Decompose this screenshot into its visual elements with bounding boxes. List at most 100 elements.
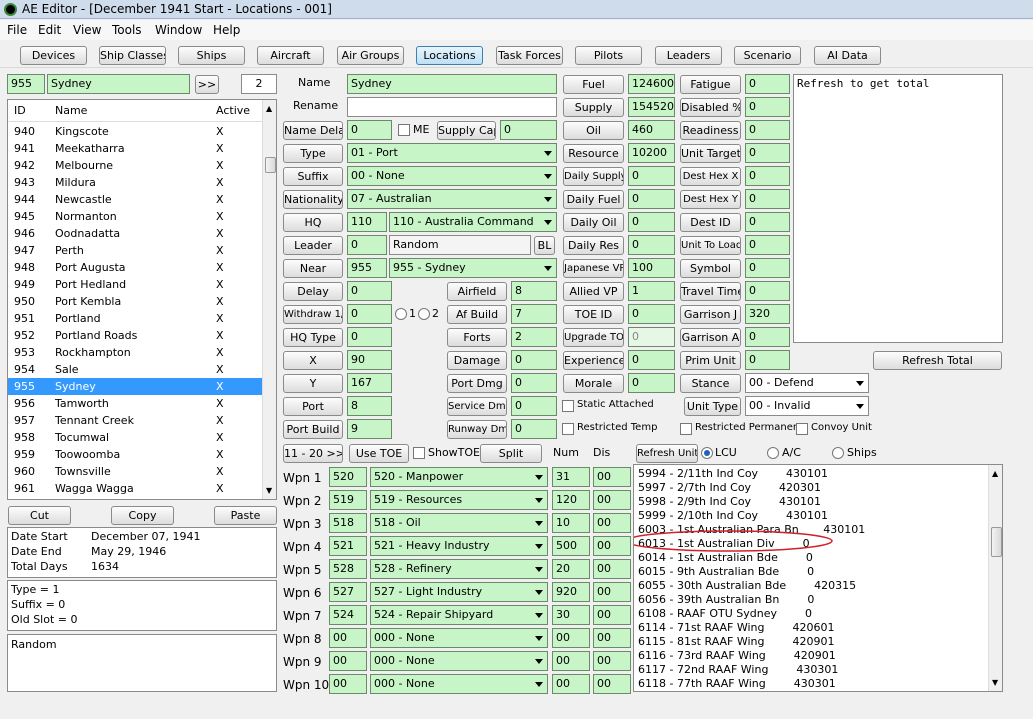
fatigue-field[interactable]: 0 bbox=[745, 74, 790, 94]
daily-oil-button[interactable]: Daily Oil bbox=[563, 213, 624, 232]
wpn-id-field[interactable]: 528 bbox=[329, 559, 367, 579]
wpn-dis-field[interactable]: 00 bbox=[593, 513, 631, 533]
list-item[interactable]: 961 Wagga Wagga X bbox=[8, 480, 263, 497]
readiness-field[interactable]: 0 bbox=[745, 120, 790, 140]
ai-data-button[interactable]: AI Data bbox=[814, 46, 881, 65]
wpn-select[interactable]: 527 - Light Industry bbox=[370, 582, 548, 602]
withdraw-radio-1[interactable] bbox=[395, 308, 407, 320]
list-item[interactable]: 959 Toowoomba X bbox=[8, 446, 263, 463]
list-item[interactable]: 941 Meekatharra X bbox=[8, 140, 263, 157]
name-delay-button[interactable]: Name Delay bbox=[283, 121, 343, 140]
list-item[interactable]: 947 Perth X bbox=[8, 242, 263, 259]
symbol-field[interactable]: 0 bbox=[745, 258, 790, 278]
withdraw-radio-2[interactable] bbox=[418, 308, 430, 320]
paste-button[interactable]: Paste bbox=[214, 506, 277, 525]
wpn-id-field[interactable]: 524 bbox=[329, 605, 367, 625]
garrison-j-button[interactable]: Garrison J bbox=[680, 305, 741, 324]
units-list[interactable]: 5994 - 2/11th Ind Coy 430101 5997 - 2/7th… bbox=[633, 464, 1003, 692]
forts-button[interactable]: Forts bbox=[447, 328, 507, 347]
list-item[interactable]: 942 Melbourne X bbox=[8, 157, 263, 174]
port-field[interactable]: 8 bbox=[347, 396, 392, 416]
list-item[interactable]: 954 Sale X bbox=[8, 361, 263, 378]
disabled-field[interactable]: 0 bbox=[745, 97, 790, 117]
wpn-select[interactable]: 000 - None bbox=[370, 651, 548, 671]
dest-hex-y-button[interactable]: Dest Hex Y bbox=[680, 190, 741, 209]
restricted-temp-checkbox[interactable] bbox=[562, 423, 574, 435]
nationality-button[interactable]: Nationality bbox=[283, 190, 343, 209]
wpn-num-field[interactable]: 30 bbox=[552, 605, 590, 625]
wpn-select[interactable]: 000 - None bbox=[370, 674, 548, 694]
toe-id-field[interactable]: 0 bbox=[628, 304, 675, 324]
wpn-num-field[interactable]: 500 bbox=[552, 536, 590, 556]
wpn-select[interactable]: 524 - Repair Shipyard bbox=[370, 605, 548, 625]
y-field[interactable]: 167 bbox=[347, 373, 392, 393]
wpn-dis-field[interactable]: 00 bbox=[593, 628, 631, 648]
unit-to-load-button[interactable]: Unit To Load bbox=[680, 236, 741, 255]
selected-id-field[interactable]: 955 bbox=[7, 74, 45, 94]
garrison-j-field[interactable]: 320 bbox=[745, 304, 790, 324]
travel-time-field[interactable]: 0 bbox=[745, 281, 790, 301]
ships-radio[interactable] bbox=[832, 447, 844, 459]
menu-edit[interactable]: Edit bbox=[38, 23, 61, 37]
list-item[interactable]: 956 Tamworth X bbox=[8, 395, 263, 412]
resource-button[interactable]: Resource bbox=[563, 144, 624, 163]
af-build-button[interactable]: Af Build bbox=[447, 305, 507, 324]
wpn-num-field[interactable]: 00 bbox=[552, 628, 590, 648]
wpn-num-field[interactable]: 20 bbox=[552, 559, 590, 579]
service-dmg-field[interactable]: 0 bbox=[511, 396, 557, 416]
dest-hex-x-button[interactable]: Dest Hex X bbox=[680, 167, 741, 186]
menu-help[interactable]: Help bbox=[213, 23, 240, 37]
fatigue-button[interactable]: Fatigue bbox=[680, 75, 741, 94]
list-item[interactable]: 943 Mildura X bbox=[8, 174, 263, 191]
prim-unit-button[interactable]: Prim Unit bbox=[680, 351, 741, 370]
wpn-select[interactable]: 000 - None bbox=[370, 628, 548, 648]
show-toe-checkbox[interactable] bbox=[413, 447, 425, 459]
convoy-unit-checkbox[interactable] bbox=[796, 423, 808, 435]
wpn-num-field[interactable]: 00 bbox=[552, 674, 590, 694]
unit-type-button[interactable]: Unit Type bbox=[684, 397, 741, 416]
airfield-field[interactable]: 8 bbox=[511, 281, 557, 301]
header-name[interactable]: Name bbox=[55, 104, 87, 117]
near-button[interactable]: Near bbox=[283, 259, 343, 278]
scenario-button[interactable]: Scenario bbox=[734, 46, 801, 65]
unit-list-item[interactable]: 6056 - 39th Australian Bn 0 bbox=[638, 593, 814, 607]
unit-list-item[interactable]: 6114 - 71st RAAF Wing 420601 bbox=[638, 621, 834, 635]
port-build-button[interactable]: Port Build bbox=[283, 420, 343, 439]
airfield-button[interactable]: Airfield bbox=[447, 282, 507, 301]
units-scroll-thumb[interactable] bbox=[991, 527, 1002, 557]
unit-list-item[interactable]: 5999 - 2/10th Ind Coy 430101 bbox=[638, 509, 828, 523]
location-list[interactable]: ID Name Active 940 Kingscote X 941 Meekathar… bbox=[7, 99, 277, 500]
scroll-down-icon[interactable]: ▼ bbox=[992, 678, 998, 687]
bl-button[interactable]: BL bbox=[534, 236, 555, 255]
type-select[interactable]: 01 - Port bbox=[347, 143, 557, 163]
scroll-up-icon[interactable]: ▲ bbox=[266, 104, 272, 113]
ac-radio[interactable] bbox=[767, 447, 779, 459]
experience-button[interactable]: Experience bbox=[563, 351, 624, 370]
x-button[interactable]: X bbox=[283, 351, 343, 370]
unit-list-item[interactable]: 5997 - 2/7th Ind Coy 420301 bbox=[638, 481, 821, 495]
list-item[interactable]: 951 Portland X bbox=[8, 310, 263, 327]
hq-type-field[interactable]: 0 bbox=[347, 327, 392, 347]
units-scrollbar[interactable]: ▲ ▼ bbox=[988, 465, 1002, 691]
unit-target-field[interactable]: 0 bbox=[745, 143, 790, 163]
list-item[interactable]: 948 Port Augusta X bbox=[8, 259, 263, 276]
morale-button[interactable]: Morale bbox=[563, 374, 624, 393]
suffix-button[interactable]: Suffix bbox=[283, 167, 343, 186]
list-item[interactable]: 957 Tennant Creek X bbox=[8, 412, 263, 429]
unit-to-load-field[interactable]: 0 bbox=[745, 235, 790, 255]
damage-field[interactable]: 0 bbox=[511, 350, 557, 370]
withdraw-field[interactable]: 0 bbox=[347, 304, 392, 324]
unit-list-item[interactable]: 6115 - 81st RAAF Wing 420901 bbox=[638, 635, 834, 649]
hq-type-button[interactable]: HQ Type bbox=[283, 328, 343, 347]
name-delay-field[interactable]: 0 bbox=[347, 120, 392, 140]
menu-view[interactable]: View bbox=[73, 23, 101, 37]
ship-classes-button[interactable]: Ship Classes bbox=[99, 46, 166, 65]
readiness-button[interactable]: Readiness bbox=[680, 121, 741, 140]
wpn-dis-field[interactable]: 00 bbox=[593, 536, 631, 556]
supply-button[interactable]: Supply bbox=[563, 98, 624, 117]
supply-cap-field[interactable]: 0 bbox=[500, 120, 557, 140]
wpn-id-field[interactable]: 00 bbox=[329, 674, 367, 694]
refresh-units-button[interactable]: Refresh Units bbox=[636, 444, 698, 463]
wpn-num-field[interactable]: 120 bbox=[552, 490, 590, 510]
near-select[interactable]: 955 - Sydney bbox=[389, 258, 557, 278]
